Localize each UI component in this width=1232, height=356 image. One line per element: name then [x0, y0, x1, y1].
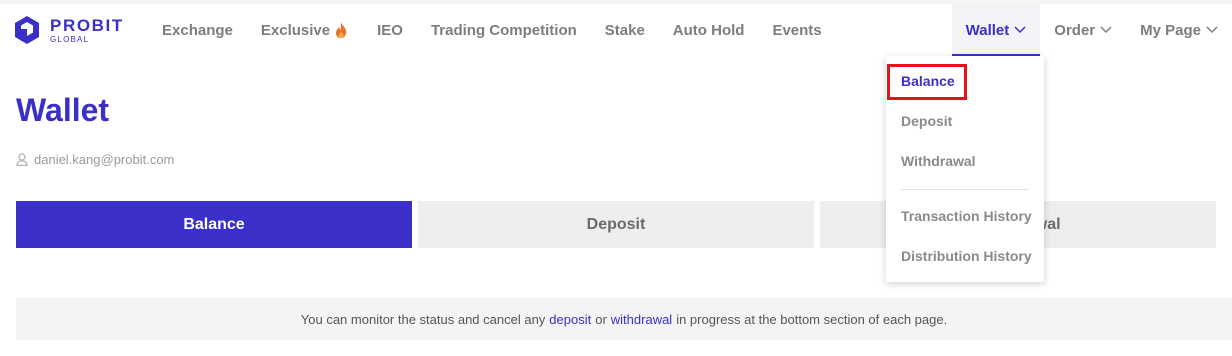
menu-divider	[901, 189, 1029, 190]
nav-my-page-label: My Page	[1140, 21, 1201, 39]
page-title: Wallet	[16, 92, 110, 128]
user-nav: Wallet Order My Page	[951, 4, 1232, 56]
notice-banner: You can monitor the status and cancel an…	[16, 298, 1232, 340]
deposit-link[interactable]: deposit	[549, 312, 591, 327]
nav-exclusive[interactable]: Exclusive	[247, 4, 363, 56]
nav-events-label: Events	[772, 21, 822, 39]
notice-prefix: You can monitor the status and cancel an…	[300, 311, 546, 327]
notice-middle: or	[595, 311, 607, 327]
probit-logo-icon	[15, 16, 39, 44]
nav-auto-hold-label: Auto Hold	[672, 21, 745, 39]
menu-item-transaction-history[interactable]: Transaction History	[901, 208, 1032, 224]
nav-ieo-label: IEO	[377, 21, 403, 39]
user-email: daniel.kang@probit.com	[34, 152, 175, 167]
menu-item-deposit[interactable]: Deposit	[901, 113, 952, 129]
nav-trading-competition-label: Trading Competition	[430, 21, 577, 39]
nav-stake-label: Stake	[604, 21, 645, 39]
chevron-down-icon	[1206, 26, 1218, 34]
nav-order[interactable]: Order	[1040, 4, 1126, 56]
header: PROBIT GLOBAL Exchange Exclusive IEO Tra…	[0, 4, 1232, 56]
withdrawal-link[interactable]: withdrawal	[611, 312, 672, 327]
nav-exclusive-label: Exclusive	[260, 21, 331, 39]
highlight-box	[887, 64, 967, 100]
tab-deposit-label: Deposit	[586, 215, 646, 233]
brand-sub: GLOBAL	[50, 34, 90, 44]
nav-wallet[interactable]: Wallet	[951, 4, 1041, 56]
tab-balance-label: Balance	[183, 215, 245, 233]
nav-events[interactable]: Events	[758, 4, 835, 56]
nav-stake[interactable]: Stake	[591, 4, 659, 56]
user-info: daniel.kang@probit.com	[16, 152, 174, 167]
nav-auto-hold[interactable]: Auto Hold	[659, 4, 759, 56]
brand-name: PROBIT	[50, 15, 124, 35]
menu-item-distribution-history[interactable]: Distribution History	[901, 248, 1032, 264]
main-nav: Exchange Exclusive IEO Trading Competiti…	[148, 4, 836, 56]
probit-logo[interactable]: PROBIT GLOBAL	[14, 15, 124, 45]
menu-item-withdrawal[interactable]: Withdrawal	[901, 153, 976, 169]
tab-balance[interactable]: Balance	[16, 201, 412, 248]
tab-deposit[interactable]: Deposit	[418, 201, 814, 248]
nav-exchange[interactable]: Exchange	[148, 4, 247, 56]
nav-my-page[interactable]: My Page	[1126, 4, 1232, 56]
chevron-down-icon	[1100, 26, 1112, 34]
user-icon	[16, 153, 28, 166]
nav-order-label: Order	[1054, 21, 1096, 39]
nav-ieo[interactable]: IEO	[363, 4, 417, 56]
chevron-down-icon	[1014, 26, 1026, 34]
wallet-tabs: Balance Deposit Withdrawal	[16, 201, 1232, 248]
nav-trading-competition[interactable]: Trading Competition	[417, 4, 591, 56]
notice-suffix: in progress at the bottom section of eac…	[676, 311, 948, 327]
nav-wallet-label: Wallet	[965, 21, 1010, 39]
nav-exchange-label: Exchange	[162, 21, 233, 39]
flame-icon	[336, 22, 347, 38]
